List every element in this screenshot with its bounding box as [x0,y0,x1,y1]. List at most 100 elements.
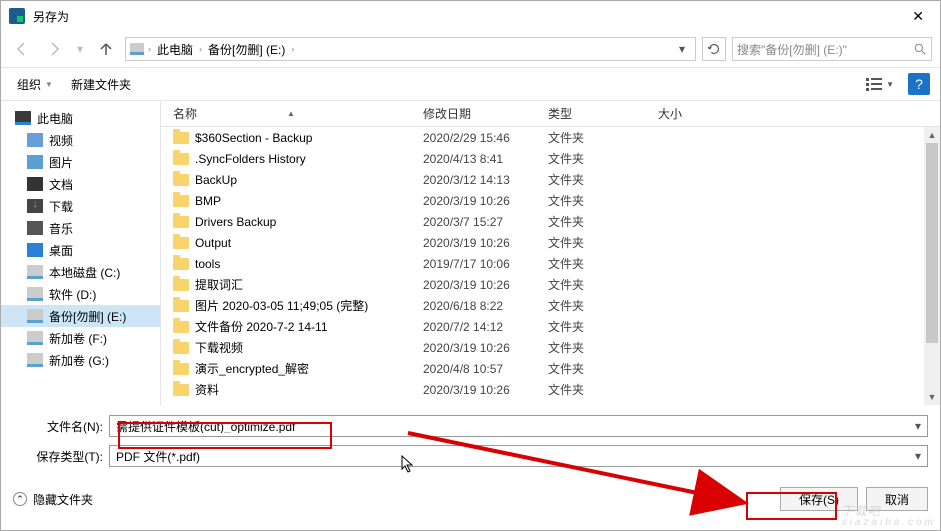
column-size[interactable]: 大小 [646,105,726,122]
chevron-right-icon: › [148,44,151,54]
address-bar[interactable]: › 此电脑 › 备份[勿删] (E:) › ▾ [125,37,696,61]
sidebar-item[interactable]: 文档 [1,173,160,195]
file-row[interactable]: Drivers Backup2020/3/7 15:27文件夹 [161,211,940,232]
sidebar-item[interactable]: 下载 [1,195,160,217]
file-row[interactable]: .SyncFolders History2020/4/13 8:41文件夹 [161,148,940,169]
refresh-button[interactable] [702,37,726,61]
file-name: 演示_encrypted_解密 [195,360,309,377]
tree-icon [27,133,43,147]
column-name[interactable]: 名称▲ [161,105,411,122]
file-date: 2020/6/18 8:22 [411,299,536,313]
sidebar-item[interactable]: 此电脑 [1,107,160,129]
file-row[interactable]: BMP2020/3/19 10:26文件夹 [161,190,940,211]
tree-icon [27,265,43,279]
sidebar-item[interactable]: 图片 [1,151,160,173]
folder-icon [173,153,189,165]
file-name: Output [195,236,231,250]
folder-icon [173,342,189,354]
sidebar-item[interactable]: 新加卷 (G:) [1,349,160,371]
file-type: 文件夹 [536,297,646,314]
sidebar-item[interactable]: 软件 (D:) [1,283,160,305]
file-date: 2020/3/7 15:27 [411,215,536,229]
view-icon [866,77,884,91]
file-list[interactable]: $360Section - Backup2020/2/29 15:46文件夹.S… [161,127,940,405]
sidebar-item[interactable]: 备份[勿删] (E:) [1,305,160,327]
scrollbar-thumb[interactable] [926,143,938,343]
chevron-right-icon: › [291,44,294,54]
recent-dropdown[interactable]: ▾ [73,37,87,61]
new-folder-button[interactable]: 新建文件夹 [65,72,137,97]
sort-indicator-icon: ▲ [287,109,295,118]
file-type: 文件夹 [536,213,646,230]
sidebar-item[interactable]: 视频 [1,129,160,151]
folder-icon [173,195,189,207]
tree-icon [27,199,43,213]
file-row[interactable]: BackUp2020/3/12 14:13文件夹 [161,169,940,190]
breadcrumb-drive[interactable]: 备份[勿删] (E:) [206,41,287,58]
footer: ⌃ 隐藏文件夹 保存(S) 取消 [1,479,940,519]
filename-input[interactable] [109,415,928,437]
file-type: 文件夹 [536,192,646,209]
file-type: 文件夹 [536,360,646,377]
sidebar-item-label: 音乐 [49,220,73,237]
filetype-select[interactable]: PDF 文件(*.pdf) [109,445,928,467]
window-title: 另存为 [33,8,904,25]
breadcrumb-pc[interactable]: 此电脑 [155,41,195,58]
file-date: 2020/3/19 10:26 [411,383,536,397]
file-name: tools [195,257,220,271]
sidebar-item[interactable]: 音乐 [1,217,160,239]
sidebar-item[interactable]: 新加卷 (F:) [1,327,160,349]
file-row[interactable]: 演示_encrypted_解密2020/4/8 10:57文件夹 [161,358,940,379]
file-row[interactable]: 提取词汇2020/3/19 10:26文件夹 [161,274,940,295]
sidebar-item-label: 此电脑 [37,110,73,127]
file-name: $360Section - Backup [195,131,312,145]
view-options-button[interactable]: ▼ [862,75,898,93]
file-name: 文件备份 2020-7-2 14-11 [195,318,328,335]
column-date[interactable]: 修改日期 [411,105,536,122]
file-date: 2020/3/19 10:26 [411,278,536,292]
organize-menu[interactable]: 组织 [11,72,47,97]
close-button[interactable]: ✕ [904,4,932,29]
column-type[interactable]: 类型 [536,105,646,122]
file-row[interactable]: 下载视频2020/3/19 10:26文件夹 [161,337,940,358]
sidebar-item-label: 本地磁盘 (C:) [49,264,120,281]
filetype-value: PDF 文件(*.pdf) [116,448,200,465]
watermark: 下载吧 xiazaiba.com [842,495,936,528]
folder-icon [173,300,189,312]
address-dropdown-icon[interactable]: ▾ [673,42,691,56]
file-row[interactable]: 文件备份 2020-7-2 14-112020/7/2 14:12文件夹 [161,316,940,337]
file-row[interactable]: tools2019/7/17 10:06文件夹 [161,253,940,274]
sidebar-item-label: 下载 [49,198,73,215]
filename-field[interactable] [116,419,921,433]
file-type: 文件夹 [536,150,646,167]
file-name: 下载视频 [195,339,243,356]
sidebar-item-label: 图片 [49,154,73,171]
file-row[interactable]: 图片 2020-03-05 11;49;05 (完整)2020/6/18 8:2… [161,295,940,316]
expand-folders-button[interactable]: ⌃ [13,492,27,506]
scroll-down-icon[interactable]: ▼ [924,389,940,405]
file-row[interactable]: $360Section - Backup2020/2/29 15:46文件夹 [161,127,940,148]
help-button[interactable]: ? [908,73,930,95]
file-row[interactable]: 资料2020/3/19 10:26文件夹 [161,379,940,400]
sidebar-item[interactable]: 本地磁盘 (C:) [1,261,160,283]
sidebar: 此电脑视频图片文档下载音乐桌面本地磁盘 (C:) 软件 (D:) 备份[勿删] (E… [1,101,161,405]
sidebar-item[interactable]: 桌面 [1,239,160,261]
scrollbar-vertical[interactable]: ▲ ▼ [924,127,940,405]
up-button[interactable] [93,37,119,61]
tree-icon [27,221,43,235]
sidebar-item-label: 备份[勿删] (E:) [49,308,126,325]
tree-icon [27,309,43,323]
file-row[interactable]: Output2020/3/19 10:26文件夹 [161,232,940,253]
forward-button[interactable] [41,37,67,61]
tree-icon [27,287,43,301]
file-type: 文件夹 [536,276,646,293]
file-date: 2020/3/12 14:13 [411,173,536,187]
back-button[interactable] [9,37,35,61]
search-input[interactable]: 搜索"备份[勿删] (E:)" [732,37,932,61]
hide-folders-label[interactable]: 隐藏文件夹 [33,491,93,508]
file-type: 文件夹 [536,255,646,272]
scroll-up-icon[interactable]: ▲ [924,127,940,143]
file-type: 文件夹 [536,318,646,335]
sidebar-item-label: 新加卷 (G:) [49,352,109,369]
chevron-right-icon: › [199,44,202,54]
